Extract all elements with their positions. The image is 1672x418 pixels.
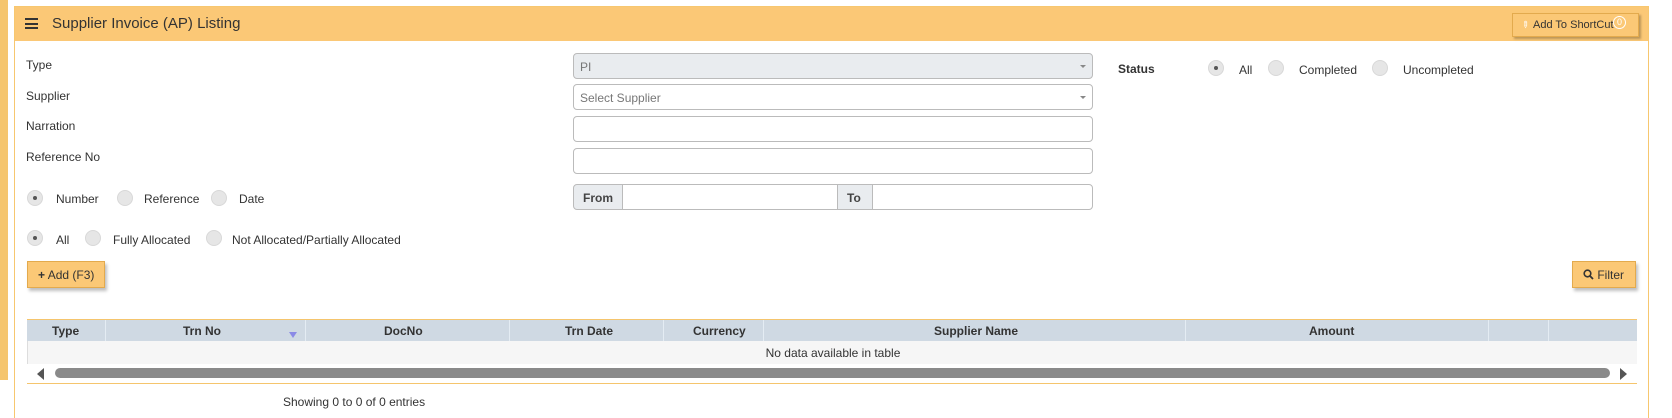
type-label: Type [26,58,53,72]
sort-desc-icon [289,332,297,338]
column-header-currency[interactable]: Currency [693,324,746,338]
allocation-fully-label: Fully Allocated [113,233,191,247]
column-header-type[interactable]: Type [52,324,79,338]
status-label: Status [1118,62,1155,76]
pin-icon: ✎ [1519,18,1532,31]
column-separator [105,320,106,342]
search-by-reference-label: Reference [144,192,200,206]
table-bottom-border [27,383,1637,384]
add-to-shortcut-button[interactable]: ✎Add To ShortCut 0 [1512,13,1639,37]
column-header-amount[interactable]: Amount [1309,324,1354,338]
table-info: Showing 0 to 0 of 0 entries [283,395,426,409]
column-separator [763,320,764,342]
from-input[interactable] [622,184,838,210]
add-button-label: Add (F3) [47,268,95,282]
left-accent-strip [0,0,8,380]
column-separator [305,320,306,342]
horizontal-scrollbar[interactable] [27,365,1637,381]
search-by-date-label: Date [239,192,265,206]
allocation-not-label: Not Allocated/Partially Allocated [232,233,401,247]
search-by-date-radio[interactable] [211,190,227,206]
scroll-left-arrow-icon[interactable] [37,368,44,380]
chevron-down-icon [1080,65,1086,68]
status-all-radio[interactable] [1208,60,1224,76]
table-header-row: Type Trn No DocNo Trn Date Currency Supp… [27,319,1637,342]
empty-table-message: No data available in table [765,346,901,360]
allocation-all-label: All [56,233,70,247]
add-button[interactable]: + Add (F3) [27,261,105,288]
search-by-number-label: Number [56,192,99,206]
status-uncompleted-label: Uncompleted [1403,63,1474,77]
allocation-fully-radio[interactable] [85,230,101,246]
status-completed-radio[interactable] [1268,60,1284,76]
scrollbar-thumb[interactable] [55,368,1610,378]
plus-icon: + [38,268,46,282]
allocation-not-radio[interactable] [206,230,222,246]
page-title: Supplier Invoice (AP) Listing [52,15,241,32]
reference-no-input[interactable] [573,148,1093,174]
reference-no-label: Reference No [26,150,101,164]
type-select-value: PI [580,60,592,74]
search-icon [1583,269,1594,280]
chevron-down-icon [1080,96,1086,99]
status-completed-label: Completed [1299,63,1358,77]
column-separator [663,320,664,342]
column-header-supplier-name[interactable]: Supplier Name [934,324,1018,338]
column-header-trn-date[interactable]: Trn Date [565,324,613,338]
narration-label: Narration [26,119,76,133]
panel-header: Supplier Invoice (AP) Listing ✎Add To Sh… [15,7,1648,41]
supplier-select-placeholder: Select Supplier [580,91,661,105]
search-by-number-radio[interactable] [27,190,43,206]
column-separator [1488,320,1489,342]
table-empty-row: No data available in table [27,341,1637,364]
search-by-reference-radio[interactable] [117,190,133,206]
status-uncompleted-radio[interactable] [1372,60,1388,76]
scroll-right-arrow-icon[interactable] [1620,368,1627,380]
narration-input[interactable] [573,116,1093,142]
supplier-label: Supplier [26,89,71,103]
column-header-docno[interactable]: DocNo [384,324,423,338]
filter-button-label: Filter [1597,268,1625,282]
to-input[interactable] [872,184,1093,210]
to-addon: To [837,184,873,210]
type-select[interactable]: PI [573,53,1093,79]
column-header-trn-no[interactable]: Trn No [183,324,221,338]
menu-icon[interactable] [25,18,38,29]
status-all-label: All [1239,63,1253,77]
column-separator [1548,320,1549,342]
allocation-all-radio[interactable] [27,230,43,246]
listing-panel: Supplier Invoice (AP) Listing ✎Add To Sh… [14,6,1649,418]
column-separator [509,320,510,342]
filter-button[interactable]: Filter [1572,261,1636,288]
shortcut-count-badge: 0 [1613,16,1626,29]
shortcut-label: Add To ShortCut [1533,19,1614,31]
from-addon: From [573,184,623,210]
column-separator [1185,320,1186,342]
supplier-select[interactable]: Select Supplier [573,84,1093,110]
